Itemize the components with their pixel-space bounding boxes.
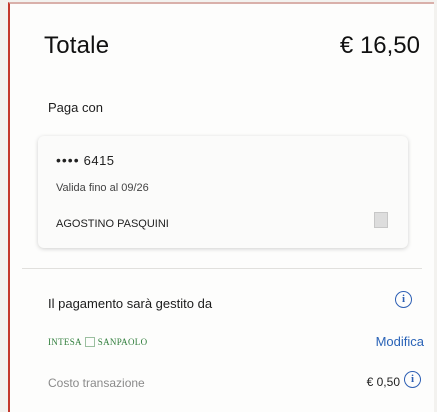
info-icon[interactable]: i: [395, 291, 412, 308]
total-amount: € 16,50: [339, 32, 420, 59]
card-holder-name: AGOSTINO PASQUINI: [56, 218, 169, 230]
bank-logo: INTESA SANPAOLO: [48, 337, 147, 347]
card-last-digits: 6415: [83, 153, 115, 168]
card-number: •••• 6415: [56, 152, 115, 168]
card-expiry: Valida fino al 09/26: [56, 182, 149, 194]
bank-logo-right: SANPAOLO: [97, 337, 148, 347]
pay-with-label: Paga con: [48, 100, 103, 115]
modify-link[interactable]: Modifica: [376, 334, 424, 349]
total-label: Totale: [44, 32, 110, 59]
bank-logo-mark-icon: [84, 337, 95, 347]
fee-info-icon[interactable]: i: [404, 371, 421, 388]
total-row: Totale € 16,50: [44, 32, 420, 60]
payment-card[interactable]: •••• 6415 Valida fino al 09/26 AGOSTINO P…: [38, 136, 408, 248]
section-divider: [22, 268, 422, 269]
payment-summary-panel: Totale € 16,50 Paga con •••• 6415 Valida …: [8, 2, 434, 412]
transaction-fee-label: Costo transazione: [48, 376, 145, 390]
managed-by-label: Il pagamento sarà gestito da: [48, 296, 213, 311]
card-masked-dots: ••••: [56, 152, 80, 168]
transaction-fee-value: € 0,50: [366, 375, 400, 389]
card-chip-icon: [374, 212, 388, 228]
bank-logo-left: INTESA: [48, 337, 82, 347]
